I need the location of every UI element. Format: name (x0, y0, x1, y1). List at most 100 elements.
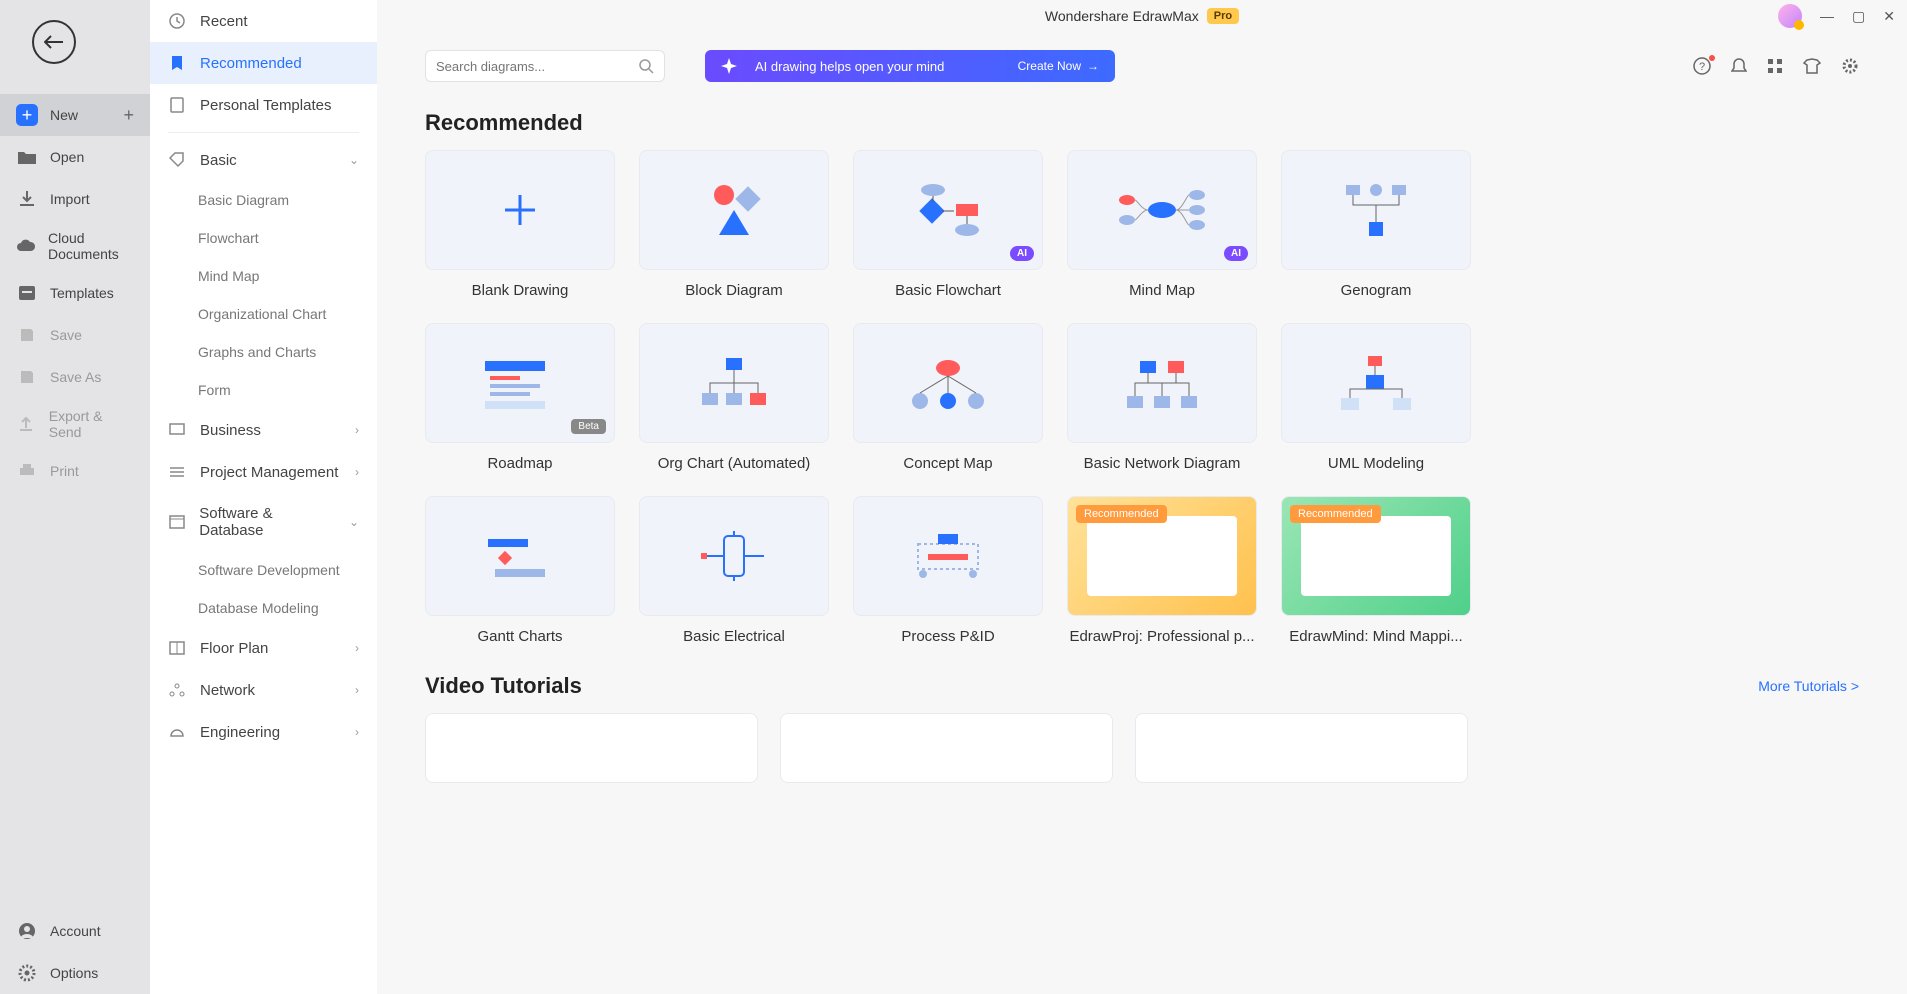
template-mind-map[interactable]: AI Mind Map (1067, 150, 1257, 299)
back-button[interactable] (32, 20, 76, 64)
cat-network[interactable]: Network › (150, 669, 377, 711)
template-basic-flowchart[interactable]: AI Basic Flowchart (853, 150, 1043, 299)
chevron-right-icon: › (355, 641, 359, 655)
header-row: AI drawing helps open your mind Create N… (377, 32, 1907, 82)
sub-graphs[interactable]: Graphs and Charts (150, 333, 377, 371)
card-label: Mind Map (1129, 282, 1195, 299)
nav-import-label: Import (50, 191, 90, 207)
pid-icon (908, 529, 988, 584)
sub-flowchart[interactable]: Flowchart (150, 219, 377, 257)
recommended-badge: Recommended (1290, 505, 1381, 523)
concept-map-icon (908, 356, 988, 411)
shirt-icon[interactable] (1803, 58, 1821, 74)
network-icon (168, 681, 186, 699)
nav-cloud-label: Cloud Documents (48, 230, 134, 262)
cat-basic[interactable]: Basic ⌄ (150, 139, 377, 181)
cat-recommended[interactable]: Recommended (150, 42, 377, 84)
sub-form[interactable]: Form (150, 371, 377, 409)
video-card[interactable] (425, 713, 758, 783)
sub-dev[interactable]: Software Development (150, 551, 377, 589)
card-label: Blank Drawing (472, 282, 569, 299)
template-network-diagram[interactable]: Basic Network Diagram (1067, 323, 1257, 472)
grid-icon[interactable] (1767, 58, 1783, 74)
chevron-right-icon: › (355, 683, 359, 697)
template-block-diagram[interactable]: Block Diagram (639, 150, 829, 299)
saveas-icon (16, 366, 38, 388)
app-screenshot (1301, 516, 1451, 596)
more-tutorials-link[interactable]: More Tutorials > (1758, 678, 1859, 694)
roadmap-icon (480, 356, 560, 411)
ai-banner[interactable]: AI drawing helps open your mind Create N… (705, 50, 1115, 82)
cat-software-label: Software & Database (199, 505, 335, 539)
minimize-button[interactable]: — (1820, 8, 1834, 24)
card-label: Basic Electrical (683, 628, 785, 645)
recommended-badge: Recommended (1076, 505, 1167, 523)
nav-new[interactable]: + New + (0, 94, 150, 136)
video-card[interactable] (1135, 713, 1468, 783)
nav-print[interactable]: Print (0, 450, 150, 492)
nav-open[interactable]: Open (0, 136, 150, 178)
avatar[interactable] (1778, 4, 1802, 28)
template-blank-drawing[interactable]: Blank Drawing (425, 150, 615, 299)
video-grid (377, 713, 1907, 813)
cat-project[interactable]: Project Management › (150, 451, 377, 493)
flowchart-icon (908, 180, 988, 240)
sub-mindmap[interactable]: Mind Map (150, 257, 377, 295)
video-card[interactable] (780, 713, 1113, 783)
nav-options[interactable]: Options (0, 952, 150, 994)
template-gantt[interactable]: Gantt Charts (425, 496, 615, 645)
nav-cloud[interactable]: Cloud Documents (0, 220, 150, 272)
template-org-chart[interactable]: Org Chart (Automated) (639, 323, 829, 472)
help-icon[interactable]: ? (1693, 57, 1711, 75)
sub-basic-diagram[interactable]: Basic Diagram (150, 181, 377, 219)
folder-icon (16, 146, 38, 168)
sub-db[interactable]: Database Modeling (150, 589, 377, 627)
sub-org[interactable]: Organizational Chart (150, 295, 377, 333)
card-label: Basic Flowchart (895, 282, 1001, 299)
settings-icon[interactable] (1841, 57, 1859, 75)
template-concept-map[interactable]: Concept Map (853, 323, 1043, 472)
sparkle-icon (721, 58, 737, 74)
app-title: Wondershare EdrawMax (1045, 8, 1199, 24)
cat-business-label: Business (200, 422, 261, 439)
search-input[interactable] (436, 59, 638, 74)
card-label: UML Modeling (1328, 455, 1424, 472)
close-button[interactable]: ✕ (1883, 8, 1895, 25)
templates-icon (16, 282, 38, 304)
template-electrical[interactable]: Basic Electrical (639, 496, 829, 645)
nav-import[interactable]: Import (0, 178, 150, 220)
cat-floorplan[interactable]: Floor Plan › (150, 627, 377, 669)
nav-save-label: Save (50, 327, 82, 343)
nav-templates[interactable]: Templates (0, 272, 150, 314)
ai-badge: AI (1224, 246, 1248, 261)
import-icon (16, 188, 38, 210)
template-edrawmind[interactable]: Recommended EdrawMind: Mind Mappi... (1281, 496, 1471, 645)
nav-account-label: Account (50, 923, 101, 939)
cat-recent[interactable]: Recent (150, 0, 377, 42)
search-box[interactable] (425, 50, 665, 82)
plus-small-icon: + (123, 105, 134, 126)
card-label: Gantt Charts (477, 628, 562, 645)
nav-new-label: New (50, 107, 78, 123)
template-genogram[interactable]: Genogram (1281, 150, 1471, 299)
titlebar: Wondershare EdrawMax Pro — ▢ ✕ (377, 0, 1907, 32)
template-roadmap[interactable]: Beta Roadmap (425, 323, 615, 472)
cat-software[interactable]: Software & Database ⌄ (150, 493, 377, 551)
nav-account[interactable]: Account (0, 910, 150, 952)
template-uml[interactable]: UML Modeling (1281, 323, 1471, 472)
nav-saveas[interactable]: Save As (0, 356, 150, 398)
template-pid[interactable]: Process P&ID (853, 496, 1043, 645)
nav-save[interactable]: Save (0, 314, 150, 356)
bell-icon[interactable] (1731, 57, 1747, 75)
ai-create-button[interactable]: Create Now → (1018, 59, 1099, 73)
cat-business[interactable]: Business › (150, 409, 377, 451)
cat-personal[interactable]: Personal Templates (150, 84, 377, 126)
app-screenshot (1087, 516, 1237, 596)
chevron-down-icon: ⌄ (349, 153, 359, 167)
nav-export[interactable]: Export & Send (0, 398, 150, 450)
maximize-button[interactable]: ▢ (1852, 8, 1865, 25)
cat-engineering[interactable]: Engineering › (150, 711, 377, 753)
template-edrawproj[interactable]: Recommended EdrawProj: Professional p... (1067, 496, 1257, 645)
account-icon (16, 920, 38, 942)
tag-icon (168, 151, 186, 169)
